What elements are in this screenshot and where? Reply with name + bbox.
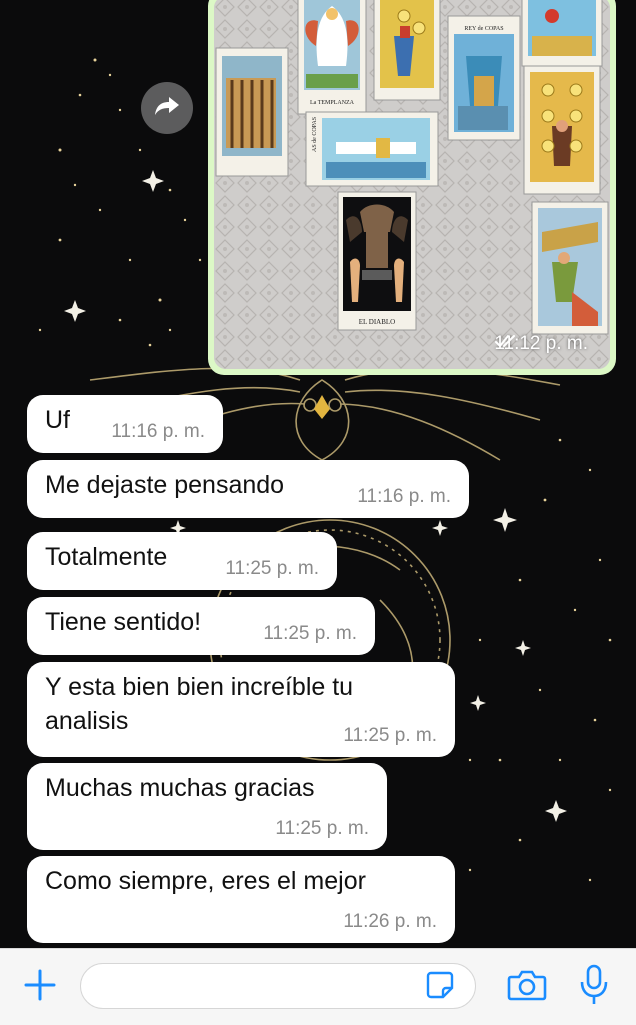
message-time: 11:25 p. m.: [263, 623, 357, 644]
image-message-meta: 11:12 p. m.: [494, 333, 594, 355]
incoming-message[interactable]: Me dejaste pensando 11:16 p. m.: [27, 460, 469, 518]
message-input[interactable]: [80, 963, 476, 1009]
message-text: Como siempre, eres el mejor: [45, 867, 366, 895]
sticker-icon: [425, 970, 455, 1005]
incoming-message[interactable]: Uf 11:16 p. m.: [27, 395, 223, 453]
incoming-message[interactable]: Tiene sentido! 11:25 p. m.: [27, 597, 375, 655]
message-composer-bar: [0, 948, 636, 1025]
card-label-as-de-copas: AS de COPAS: [312, 117, 318, 152]
plus-icon: [23, 968, 57, 1007]
forward-arrow-icon: [154, 95, 180, 122]
outgoing-image-message[interactable]: La TEMPLANZA REY de COPAS AS de COPAS EL…: [208, 0, 616, 375]
incoming-message[interactable]: Como siempre, eres el mejor 11:26 p. m.: [27, 856, 455, 943]
incoming-message[interactable]: Totalmente 11:25 p. m.: [27, 532, 337, 590]
camera-icon: [507, 968, 547, 1007]
forward-button[interactable]: [141, 82, 193, 134]
card-label-el-diablo: EL DIABLO: [359, 318, 395, 326]
tarot-cards-photo[interactable]: La TEMPLANZA REY de COPAS AS de COPAS EL…: [214, 0, 610, 369]
message-text-field[interactable]: [97, 974, 421, 1000]
microphone-icon: [579, 964, 609, 1011]
tarot-cards-illustration: La TEMPLANZA REY de COPAS AS de COPAS EL…: [214, 0, 610, 369]
camera-button[interactable]: [504, 965, 550, 1009]
incoming-message[interactable]: Y esta bien bien increíble tu analisis 1…: [27, 662, 455, 757]
message-time: 11:25 p. m.: [225, 558, 319, 579]
microphone-button[interactable]: [574, 963, 614, 1011]
message-time: 11:25 p. m.: [343, 725, 437, 746]
incoming-message[interactable]: Muchas muchas gracias 11:25 p. m.: [27, 763, 387, 850]
message-time: 11:25 p. m.: [275, 818, 369, 839]
message-time: 11:16 p. m.: [111, 421, 205, 442]
attach-button[interactable]: [18, 965, 62, 1009]
card-label-rey-de-copas: REY de COPAS: [464, 26, 503, 32]
message-time: 11:26 p. m.: [343, 911, 437, 932]
sticker-button[interactable]: [423, 970, 457, 1004]
message-time: 11:16 p. m.: [357, 486, 451, 507]
message-text: Muchas muchas gracias: [45, 774, 315, 802]
card-label-templanza: La TEMPLANZA: [310, 100, 355, 106]
